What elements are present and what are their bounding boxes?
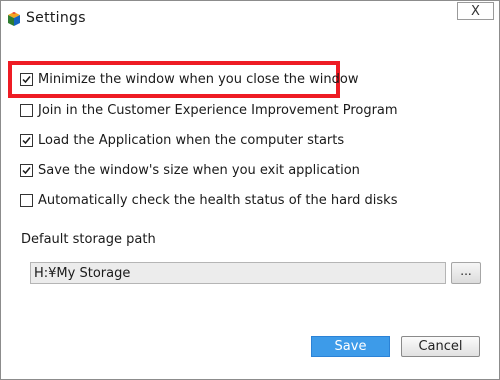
checkmark-icon [22, 136, 31, 144]
checkbox-save-window-size[interactable] [20, 163, 33, 177]
save-button[interactable]: Save [311, 336, 390, 357]
title-bar: Settings X [1, 1, 499, 37]
browse-button[interactable]: ... [451, 262, 481, 284]
window-title: Settings [26, 10, 86, 26]
storage-path-label: Default storage path [21, 232, 156, 247]
cancel-button[interactable]: Cancel [401, 336, 480, 357]
storage-path-input[interactable] [30, 262, 446, 284]
checkbox-customer-experience[interactable] [20, 103, 33, 117]
option-check-disk-health[interactable]: Automatically check the health status of… [20, 190, 397, 210]
checkbox-minimize-on-close[interactable] [20, 72, 33, 86]
checkmark-icon [22, 75, 31, 83]
option-customer-experience[interactable]: Join in the Customer Experience Improvem… [20, 100, 398, 120]
close-button[interactable]: X [457, 2, 494, 20]
close-icon: X [471, 3, 480, 19]
option-label: Automatically check the health status of… [38, 192, 398, 208]
option-label: Save the window's size when you exit app… [38, 162, 360, 178]
checkbox-load-on-startup[interactable] [20, 133, 33, 147]
option-label: Join in the Customer Experience Improvem… [38, 102, 398, 118]
checkbox-check-disk-health[interactable] [20, 193, 33, 207]
option-save-window-size[interactable]: Save the window's size when you exit app… [20, 160, 360, 180]
option-label: Load the Application when the computer s… [38, 132, 345, 148]
app-logo-icon [8, 12, 20, 26]
checkmark-icon [22, 166, 31, 174]
option-label: Minimize the window when you close the w… [38, 71, 359, 87]
option-load-on-startup[interactable]: Load the Application when the computer s… [20, 130, 344, 150]
settings-dialog: Settings X Minimize the window when you … [0, 0, 500, 380]
option-minimize-on-close[interactable]: Minimize the window when you close the w… [20, 69, 359, 89]
